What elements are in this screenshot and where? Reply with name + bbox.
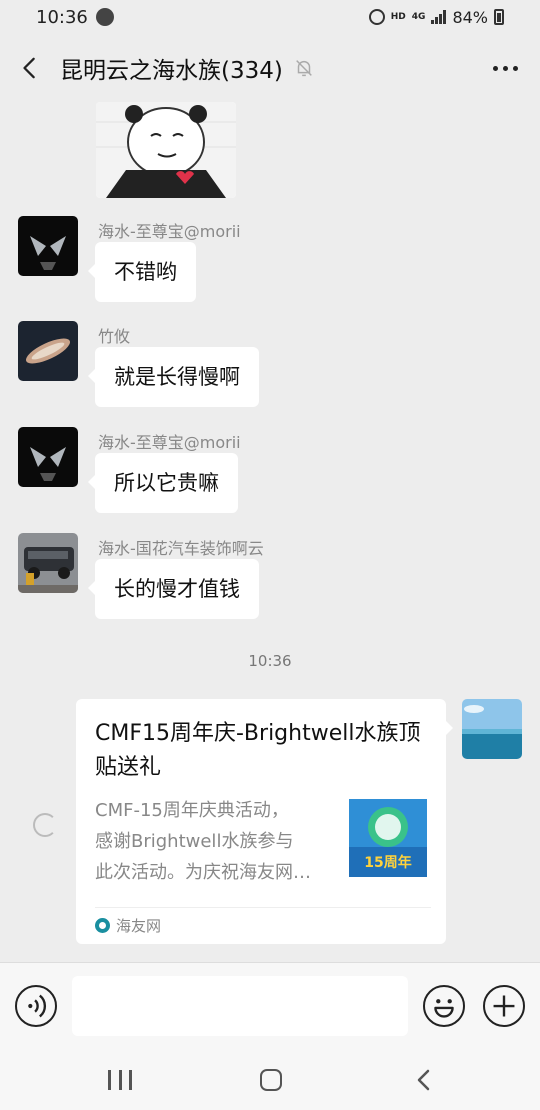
battery-percent: 84% <box>452 7 488 27</box>
status-bar: 10:36 HD 4G 84% <box>0 0 540 34</box>
avatar[interactable] <box>18 427 78 487</box>
notification-app-icon <box>95 8 114 26</box>
avatar[interactable] <box>18 533 78 593</box>
mute-bell-icon <box>296 60 312 77</box>
hd-label: HD <box>390 12 406 22</box>
link-card-message[interactable]: CMF15周年庆-Brightwell水族顶贴送礼 CMF-15周年庆典活动， … <box>76 699 453 944</box>
dot-icon <box>502 65 508 71</box>
message-bubble[interactable]: 不错哟 <box>88 242 196 302</box>
sender-name: 海水-国花汽车装饰啊云 <box>98 539 264 558</box>
message-bubble[interactable]: 长的慢才值钱 <box>88 559 259 619</box>
message-list[interactable]: 海水-至尊宝@morii 不错哟 竹攸 就是长得慢啊 海水-至尊宝@morii … <box>0 102 540 962</box>
avatar[interactable] <box>18 321 78 381</box>
link-card-thumbnail: 15周年 <box>349 799 427 877</box>
dot-icon <box>492 65 498 71</box>
system-nav-bar <box>0 1048 540 1110</box>
avatar[interactable] <box>18 216 78 276</box>
link-card-source: 海友网 <box>95 914 161 936</box>
link-card-divider <box>95 907 431 908</box>
network-label: 4G <box>411 12 426 22</box>
message-timestamp: 10:36 <box>248 652 292 670</box>
sticker-image[interactable] <box>96 102 236 198</box>
voice-icon <box>28 994 47 1018</box>
sender-name: 海水-至尊宝@morii <box>98 433 241 452</box>
message-bubble[interactable]: 所以它贵嘛 <box>88 453 238 513</box>
alarm-icon <box>368 9 385 25</box>
sender-name: 竹攸 <box>98 327 131 346</box>
more-button[interactable] <box>470 34 540 102</box>
emoji-button[interactable] <box>423 985 465 1027</box>
home-icon[interactable] <box>260 1069 282 1091</box>
input-bar <box>0 962 540 1048</box>
chat-header: 昆明云之海水族(334) <box>0 34 540 102</box>
back-arrow-icon <box>23 57 35 79</box>
thumbnail-label: 15周年 <box>364 854 411 871</box>
emoji-icon <box>434 999 454 1018</box>
sender-name: 海水-至尊宝@morii <box>98 222 241 241</box>
nav-back-icon[interactable] <box>412 1068 436 1092</box>
link-card-description: CMF-15周年庆典活动， 感谢Brightwell水族参与 此次活动。为庆祝海… <box>95 800 311 883</box>
dot-icon <box>512 65 518 71</box>
source-logo-icon <box>95 917 110 933</box>
battery-icon <box>494 9 504 25</box>
recent-apps-icon[interactable] <box>108 1070 132 1090</box>
status-icons: HD 4G 84% <box>368 7 504 27</box>
link-card-source-name: 海友网 <box>116 916 162 935</box>
plus-icon <box>493 995 515 1017</box>
voice-button[interactable] <box>15 985 57 1027</box>
chat-title: 昆明云之海水族(334) <box>60 58 283 84</box>
signal-icon <box>431 10 447 24</box>
sending-spinner-icon <box>33 813 57 837</box>
link-card-title: CMF15周年庆-Brightwell水族顶贴送礼 <box>95 721 421 780</box>
back-button[interactable] <box>0 34 60 102</box>
message-input[interactable] <box>72 976 408 1036</box>
own-avatar[interactable] <box>462 699 522 759</box>
message-bubble[interactable]: 就是长得慢啊 <box>88 347 259 407</box>
more-functions-button[interactable] <box>483 985 525 1027</box>
status-time: 10:36 <box>36 6 88 28</box>
